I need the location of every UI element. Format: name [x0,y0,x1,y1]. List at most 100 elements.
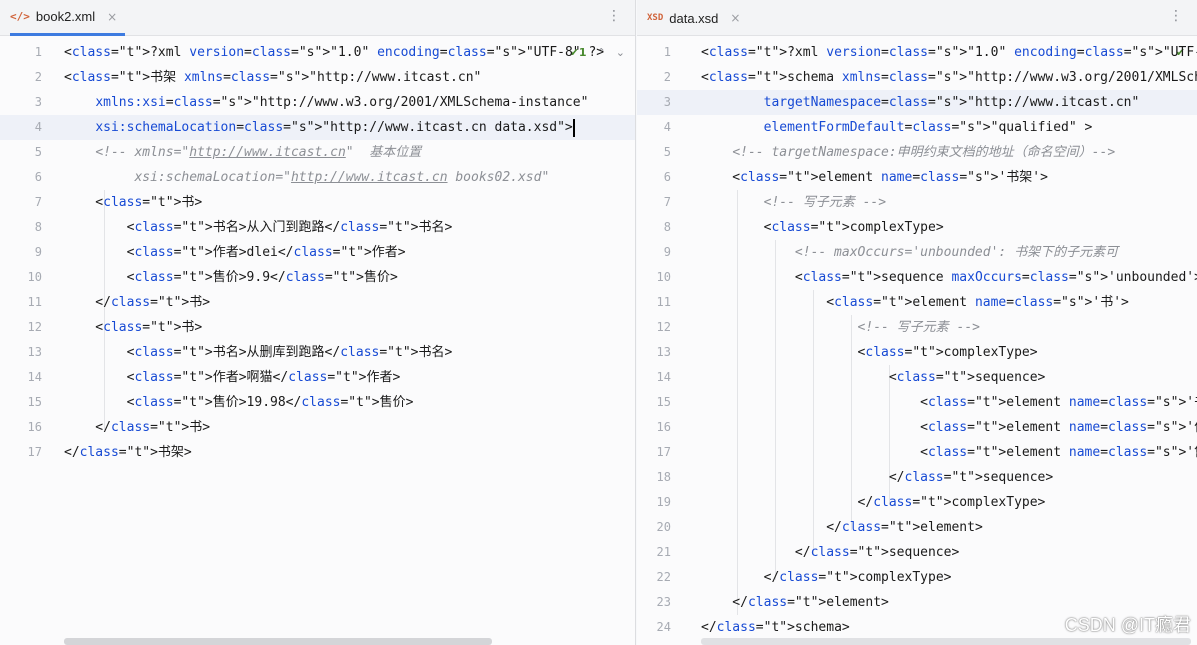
tab-data-xsd[interactable]: XSD data.xsd × [647,0,748,36]
code-text[interactable]: <class="t">?xml version=class="s">"1.0" … [701,40,1197,65]
code-text[interactable]: </class="t">complexType> [701,565,952,590]
line-number: 12 [656,320,671,334]
code-line[interactable]: 6 xsi:schemaLocation="http://www.itcast.… [0,165,635,190]
code-line[interactable]: 8 <class="t">complexType> [637,215,1197,240]
line-number: 15 [656,395,671,409]
code-text[interactable]: </class="t">书> [64,415,210,440]
code-text[interactable]: <class="t">书名>从入门到跑路</class="t">书名> [64,215,453,240]
tab-book2-xml[interactable]: </> book2.xml × [10,0,126,36]
code-line[interactable]: 2 <class="t">schema xmlns=class="s">"http… [637,65,1197,90]
code-text[interactable]: <class="t">sequence> [701,365,1046,390]
code-text[interactable]: <class="t">售价>19.98</class="t">售价> [64,390,414,415]
code-text[interactable]: </class="t">element> [701,590,889,615]
code-line[interactable]: 10 <class="t">sequence maxOccurs=class="… [637,265,1197,290]
line-number: 14 [656,370,671,384]
horizontal-scrollbar[interactable] [701,638,1191,645]
code-text[interactable]: xmlns:xsi=class="s">"http://www.w3.org/2… [64,90,588,115]
code-text[interactable]: <class="t">schema xmlns=class="s">"http:… [701,65,1197,90]
code-line[interactable]: 2 <class="t">书架 xmlns=class="s">"http://w… [0,65,635,90]
line-number: 11 [656,295,671,309]
code-text[interactable]: <class="t">element name=class="s">'作者' t… [701,415,1197,440]
code-area[interactable]: 1 <class="t">?xml version=class="s">"1.0"… [637,40,1197,640]
code-line[interactable]: 19 </class="t">complexType> [637,490,1197,515]
right-editor-pane[interactable]: XSD data.xsd × ⋮ ✔ 1 <class="t">?xml vers… [637,0,1197,645]
code-line[interactable]: 13 <class="t">complexType> [637,340,1197,365]
code-line[interactable]: 9 <!-- maxOccurs='unbounded': 书架下的子元素可 [637,240,1197,265]
code-line[interactable]: 7 <class="t">书> [0,190,635,215]
code-text[interactable]: </class="t">element> [701,515,983,540]
code-text[interactable]: <class="t">sequence maxOccurs=class="s">… [701,265,1197,290]
code-text[interactable]: targetNamespace=class="s">"http://www.it… [701,90,1140,115]
code-text[interactable]: <class="t">书> [64,190,202,215]
close-icon[interactable]: × [730,11,740,25]
code-line[interactable]: 17 <class="t">element name=class="s">'售价… [637,440,1197,465]
code-line[interactable]: 4 xsi:schemaLocation=class="s">"http://w… [0,115,635,140]
code-line[interactable]: 22 </class="t">complexType> [637,565,1197,590]
code-text[interactable]: xsi:schemaLocation=class="s">"http://www… [64,115,575,140]
code-area[interactable]: 1 <class="t">?xml version=class="s">"1.0"… [0,40,635,465]
code-text[interactable]: <!-- xmlns="http://www.itcast.cn" 基本位置 [64,140,421,165]
code-line[interactable]: 17 </class="t">书架> [0,440,635,465]
code-text[interactable]: <class="t">element name=class="s">'书名' t… [701,390,1197,415]
code-text[interactable]: <!-- 写子元素 --> [701,190,886,215]
horizontal-scrollbar[interactable] [64,638,492,645]
code-text[interactable]: <class="t">element name=class="s">'书架'> [701,165,1048,190]
code-text[interactable]: <class="t">complexType> [701,340,1038,365]
code-line[interactable]: 1 <class="t">?xml version=class="s">"1.0"… [0,40,635,65]
code-text[interactable]: <class="t">书> [64,315,202,340]
code-line[interactable]: 11 </class="t">书> [0,290,635,315]
code-line[interactable]: 4 elementFormDefault=class="s">"qualifie… [637,115,1197,140]
code-text[interactable]: </class="t">sequence> [701,540,959,565]
code-line[interactable]: 10 <class="t">售价>9.9</class="t">售价> [0,265,635,290]
line-number: 6 [663,170,671,184]
code-text[interactable]: <!-- targetNamespace:申明约束文档的地址（命名空间）--> [701,140,1115,165]
code-text[interactable]: <class="t">element name=class="s">'售价' t… [701,440,1197,465]
code-text[interactable]: <class="t">书架 xmlns=class="s">"http://ww… [64,65,481,90]
code-text[interactable]: <class="t">complexType> [701,215,944,240]
code-line[interactable]: 18 </class="t">sequence> [637,465,1197,490]
code-text[interactable]: <class="t">作者>dlei</class="t">作者> [64,240,406,265]
code-line[interactable]: 14 <class="t">作者>啊猫</class="t">作者> [0,365,635,390]
code-text[interactable]: <class="t">?xml version=class="s">"1.0" … [64,40,604,65]
code-line[interactable]: 15 <class="t">售价>19.98</class="t">售价> [0,390,635,415]
more-options-icon[interactable]: ⋮ [1169,9,1183,23]
code-text[interactable]: <class="t">售价>9.9</class="t">售价> [64,265,398,290]
left-editor-pane[interactable]: </> book2.xml × ⋮ ✔1 ⌃ ⌄ 1 <class="t">?xm… [0,0,636,645]
code-line[interactable]: 15 <class="t">element name=class="s">'书名… [637,390,1197,415]
code-line[interactable]: 7 <!-- 写子元素 --> [637,190,1197,215]
code-line[interactable]: 5 <!-- xmlns="http://www.itcast.cn" 基本位置 [0,140,635,165]
code-line[interactable]: 12 <class="t">书> [0,315,635,340]
code-text[interactable]: elementFormDefault=class="s">"qualified"… [701,115,1093,140]
code-text[interactable]: <class="t">element name=class="s">'书'> [701,290,1129,315]
code-line[interactable]: 3 xmlns:xsi=class="s">"http://www.w3.org… [0,90,635,115]
code-line[interactable]: 11 <class="t">element name=class="s">'书'… [637,290,1197,315]
code-text[interactable]: <!-- maxOccurs='unbounded': 书架下的子元素可 [701,240,1118,265]
code-text[interactable]: </class="t">schema> [701,615,850,640]
line-number: 4 [34,120,42,134]
code-line[interactable]: 14 <class="t">sequence> [637,365,1197,390]
code-line[interactable]: 16 </class="t">书> [0,415,635,440]
code-line[interactable]: 9 <class="t">作者>dlei</class="t">作者> [0,240,635,265]
code-line[interactable]: 1 <class="t">?xml version=class="s">"1.0"… [637,40,1197,65]
code-text[interactable]: <class="t">书名>从删库到跑路</class="t">书名> [64,340,453,365]
code-line[interactable]: 3 targetNamespace=class="s">"http://www.… [637,90,1197,115]
code-text[interactable]: </class="t">complexType> [701,490,1046,515]
code-line[interactable]: 6 <class="t">element name=class="s">'书架'… [637,165,1197,190]
code-line[interactable]: 12 <!-- 写子元素 --> [637,315,1197,340]
code-text[interactable]: </class="t">书架> [64,440,192,465]
more-options-icon[interactable]: ⋮ [607,9,621,23]
code-text[interactable]: </class="t">书> [64,290,210,315]
close-icon[interactable]: × [107,10,117,24]
code-line[interactable]: 20 </class="t">element> [637,515,1197,540]
code-text[interactable]: <class="t">作者>啊猫</class="t">作者> [64,365,401,390]
code-line[interactable]: 16 <class="t">element name=class="s">'作者… [637,415,1197,440]
code-line[interactable]: 21 </class="t">sequence> [637,540,1197,565]
code-text[interactable]: </class="t">sequence> [701,465,1053,490]
code-text[interactable]: xsi:schemaLocation="http://www.itcast.cn… [64,165,549,190]
code-line[interactable]: 5 <!-- targetNamespace:申明约束文档的地址（命名空间）--… [637,140,1197,165]
code-line[interactable]: 13 <class="t">书名>从删库到跑路</class="t">书名> [0,340,635,365]
code-line[interactable]: 8 <class="t">书名>从入门到跑路</class="t">书名> [0,215,635,240]
line-number: 8 [663,220,671,234]
code-text[interactable]: <!-- 写子元素 --> [701,315,980,340]
line-number: 10 [656,270,671,284]
